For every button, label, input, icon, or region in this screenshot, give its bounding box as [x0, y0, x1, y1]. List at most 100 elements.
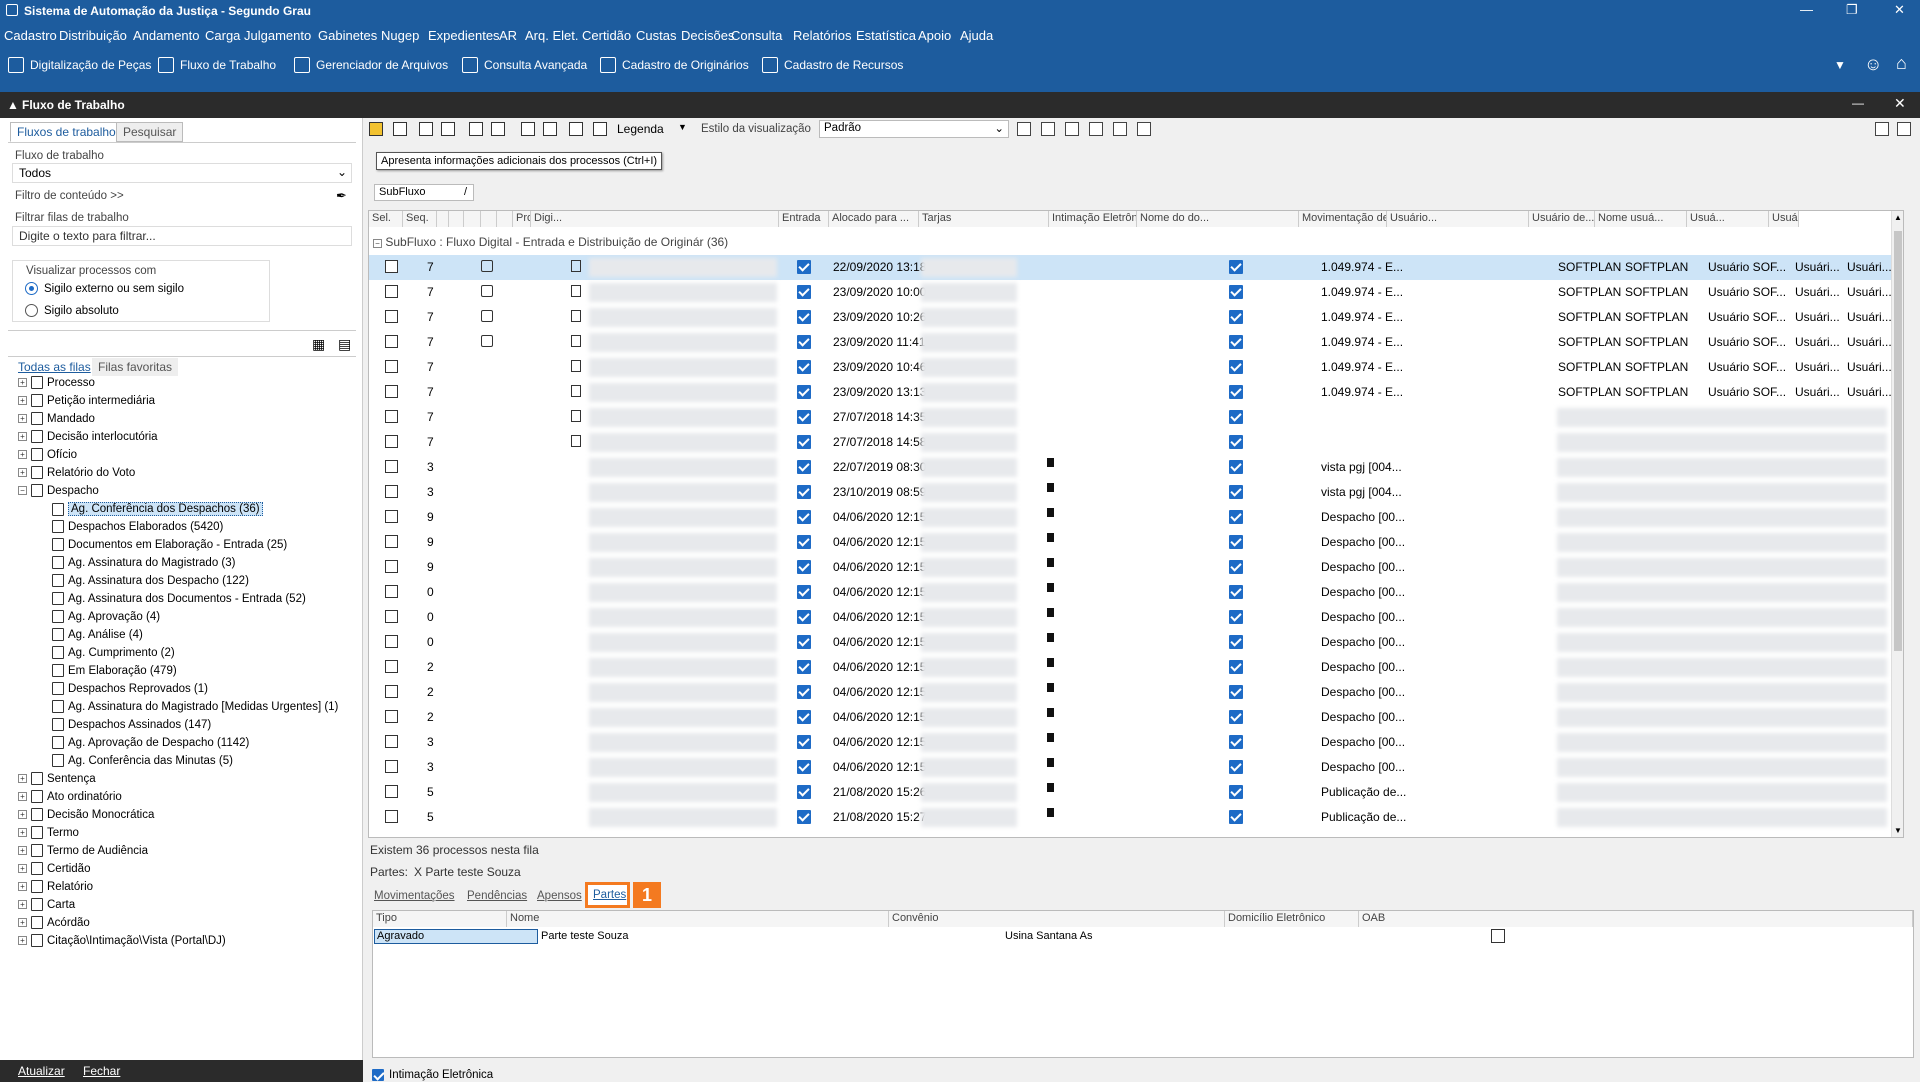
tree-collapse-icon[interactable]: ▤ [338, 336, 351, 353]
row-select-checkbox[interactable] [385, 335, 398, 348]
row-select-checkbox[interactable] [385, 285, 398, 298]
tree-item[interactable]: + Citação\Intimação\Vista (Portal\DJ) [18, 934, 226, 947]
column-header[interactable]: Intimação Eletrônica [1049, 211, 1137, 227]
menu-item[interactable]: Andamento [133, 28, 200, 43]
table-row[interactable]: 9 04/06/2020 12:15 Despacho [00... [369, 505, 1892, 530]
expand-icon[interactable]: + [18, 936, 27, 945]
user-icon[interactable]: ☺ [1864, 54, 1882, 75]
restore-icon[interactable]: ❐ [1846, 2, 1858, 18]
tree-item[interactable]: Ag. Assinatura dos Despacho (122) [52, 574, 249, 587]
tree-item[interactable]: + Carta [18, 898, 75, 911]
view-icon[interactable] [1089, 122, 1103, 136]
tool-icon[interactable] [569, 122, 583, 136]
row-select-checkbox[interactable] [385, 535, 398, 548]
tree-item[interactable]: Ag. Análise (4) [52, 628, 143, 641]
table-row[interactable]: 2 04/06/2020 12:15 Despacho [00... [369, 655, 1892, 680]
table-row[interactable]: 9 04/06/2020 12:15 Despacho [00... [369, 555, 1892, 580]
intimacao-eletronica-checkbox[interactable] [1229, 710, 1243, 724]
table-row[interactable]: 3 04/06/2020 12:15 Despacho [00... [369, 730, 1892, 755]
scroll-down-icon[interactable]: ▼ [1894, 826, 1902, 835]
menu-item[interactable]: AR [499, 28, 517, 43]
column-header[interactable]: Tarjas [919, 211, 1049, 227]
row-select-checkbox[interactable] [385, 810, 398, 823]
tree-item[interactable]: + Sentença [18, 772, 96, 785]
table-row[interactable]: 0 04/06/2020 12:15 Despacho [00... [369, 580, 1892, 605]
menu-item[interactable]: Custas [636, 28, 676, 43]
row-select-checkbox[interactable] [385, 685, 398, 698]
table-row[interactable]: 7 23/09/2020 13:13 1.049.974 - E... SOFTPLA… [369, 380, 1892, 405]
row-select-checkbox[interactable] [385, 710, 398, 723]
tree-item[interactable]: Despachos Assinados (147) [52, 718, 211, 731]
subfluxo-chip[interactable]: SubFluxo / [374, 184, 474, 201]
tree-item[interactable]: + Petição intermediária [18, 394, 155, 407]
view-icon[interactable] [1017, 122, 1031, 136]
row-select-checkbox[interactable] [385, 785, 398, 798]
estilo-select[interactable]: Padrão ⌄ [819, 120, 1009, 138]
column-header[interactable] [437, 211, 449, 227]
partes-column-header[interactable]: Domicílio Eletrônico [1225, 911, 1359, 927]
tree-item[interactable]: Ag. Cumprimento (2) [52, 646, 175, 659]
tab-movimentacoes[interactable]: Movimentações [374, 890, 455, 902]
tree-item[interactable]: Em Elaboração (479) [52, 664, 177, 677]
row-select-checkbox[interactable] [385, 660, 398, 673]
column-header[interactable] [481, 211, 497, 227]
row-select-checkbox[interactable] [385, 410, 398, 423]
table-row[interactable]: 7 27/07/2018 14:35 [369, 405, 1892, 430]
intimacao-eletronica-checkbox[interactable] [1229, 535, 1243, 549]
digital-checkbox[interactable] [797, 410, 811, 424]
radio-sigilo-externo[interactable] [25, 282, 38, 295]
expand-icon[interactable]: + [18, 468, 27, 477]
table-row[interactable]: 7 22/09/2020 13:18 1.049.974 - E... SOFTPLA… [369, 255, 1892, 280]
digital-checkbox[interactable] [797, 660, 811, 674]
tree-item[interactable]: Ag. Aprovação (4) [52, 610, 160, 623]
expand-icon[interactable]: + [18, 900, 27, 909]
digital-checkbox[interactable] [797, 735, 811, 749]
digital-checkbox[interactable] [797, 260, 811, 274]
expand-icon[interactable]: + [18, 396, 27, 405]
intimacao-eletronica-checkbox[interactable] [1229, 410, 1243, 424]
digital-checkbox[interactable] [797, 310, 811, 324]
digital-checkbox[interactable] [797, 585, 811, 599]
table-row[interactable]: 0 04/06/2020 12:15 Despacho [00... [369, 630, 1892, 655]
tab-fluxos[interactable]: Fluxos de trabalho [10, 122, 123, 142]
row-select-checkbox[interactable] [385, 310, 398, 323]
table-row[interactable]: 7 23/09/2020 10:46 1.049.974 - E... SOFTPLA… [369, 355, 1892, 380]
table-row[interactable]: 7 23/09/2020 10:00 1.049.974 - E... SOFTPLA… [369, 280, 1892, 305]
digital-checkbox[interactable] [797, 285, 811, 299]
expand-icon[interactable]: + [18, 414, 27, 423]
intimacao-eletronica-checkbox[interactable] [1229, 360, 1243, 374]
digital-checkbox[interactable] [797, 360, 811, 374]
intimacao-eletronica-checkbox[interactable] [1229, 560, 1243, 574]
legenda-button[interactable]: Legenda [617, 122, 664, 136]
tree-item[interactable]: Ag. Aprovação de Despacho (1142) [52, 736, 249, 749]
window-close-icon[interactable]: ✕ [1894, 95, 1906, 112]
column-header[interactable] [449, 211, 464, 227]
expand-icon[interactable]: + [18, 882, 27, 891]
table-row[interactable]: 2 04/06/2020 12:15 Despacho [00... [369, 705, 1892, 730]
tool-icon[interactable] [369, 122, 383, 136]
window-minimize-icon[interactable]: — [1852, 96, 1864, 110]
expand-icon[interactable]: − [18, 486, 27, 495]
view-icon[interactable] [1137, 122, 1151, 136]
digital-checkbox[interactable] [797, 610, 811, 624]
row-select-checkbox[interactable] [385, 510, 398, 523]
tree-item[interactable]: Documentos em Elaboração - Entrada (25) [52, 538, 287, 551]
intimacao-eletronica-checkbox[interactable] [1229, 460, 1243, 474]
digital-checkbox[interactable] [797, 685, 811, 699]
intimacao-eletronica-checkbox[interactable] [1229, 810, 1243, 824]
column-header[interactable]: Usuá... [1769, 211, 1799, 227]
legenda-dropdown-icon[interactable]: ▼ [678, 122, 687, 132]
tool-icon[interactable] [521, 122, 535, 136]
digital-checkbox[interactable] [797, 560, 811, 574]
partes-column-header[interactable]: Tipo [373, 911, 507, 927]
table-row[interactable]: 9 04/06/2020 12:15 Despacho [00... [369, 530, 1892, 555]
row-select-checkbox[interactable] [385, 560, 398, 573]
column-header[interactable]: Processo [513, 211, 531, 227]
digital-checkbox[interactable] [797, 460, 811, 474]
menu-item[interactable]: Estatística [856, 28, 916, 43]
column-header[interactable]: Sel. [369, 211, 403, 227]
row-select-checkbox[interactable] [385, 760, 398, 773]
toolbar-button[interactable]: Fluxo de Trabalho [158, 57, 276, 73]
expand-icon[interactable]: + [18, 432, 27, 441]
intimacao-eletronica-checkbox[interactable] [1229, 585, 1243, 599]
